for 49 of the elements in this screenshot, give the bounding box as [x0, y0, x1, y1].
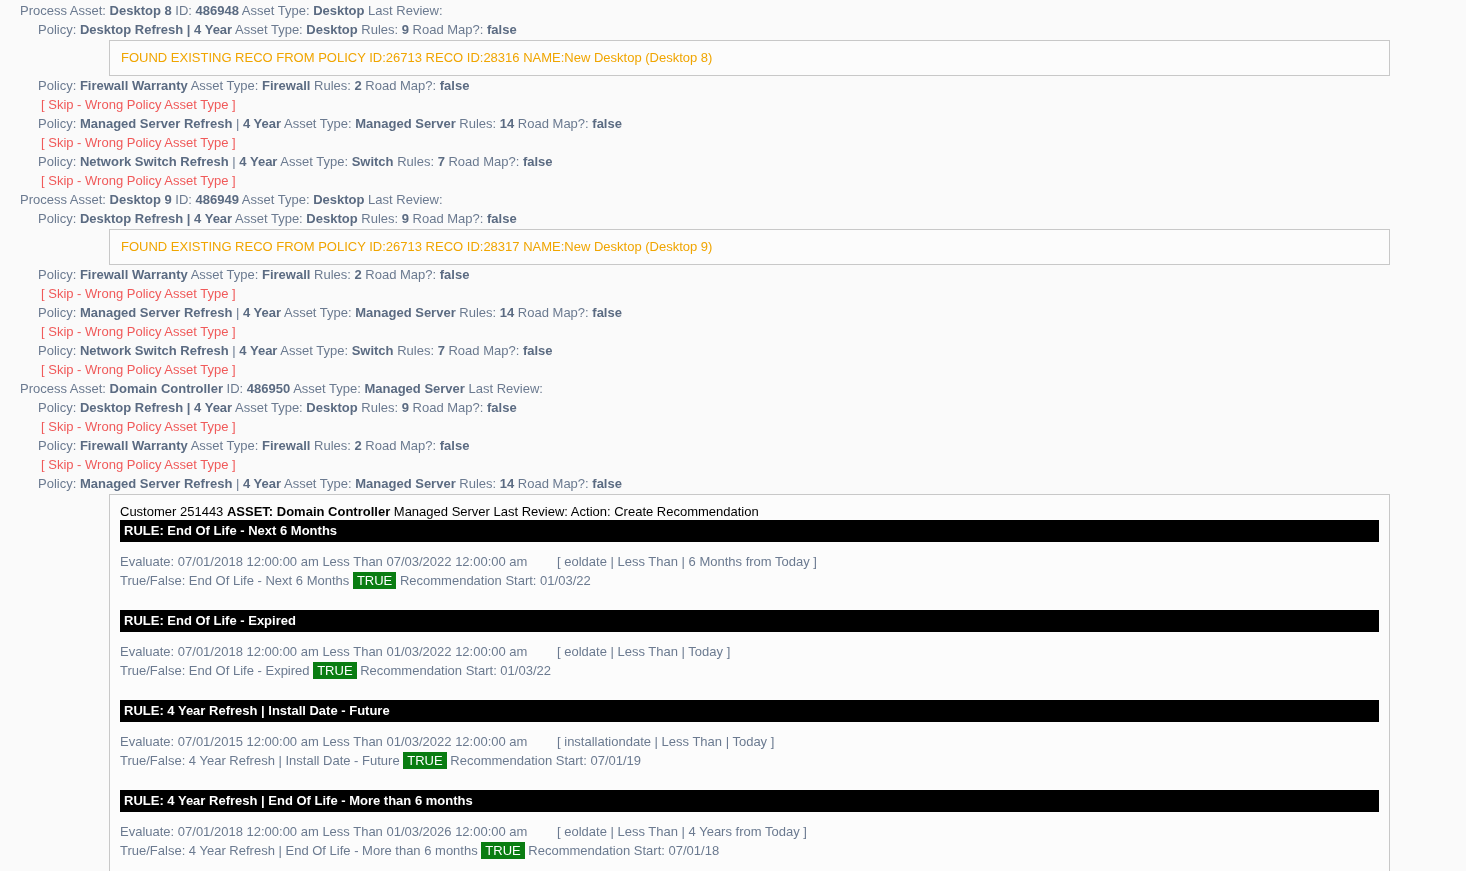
- skip-message: [ Skip - Wrong Policy Asset Type ]: [41, 418, 236, 436]
- skip-message: [ Skip - Wrong Policy Asset Type ]: [41, 285, 236, 303]
- skip-message: [ Skip - Wrong Policy Asset Type ]: [41, 323, 236, 341]
- rule-title-bar: RULE: 4 Year Refresh | End Of Life - More than 6 months: [120, 790, 1379, 812]
- evaluate-text: Evaluate: 07/01/2018 12:00:00 am Less Than 01/03/2026 12:00:00 am: [120, 824, 528, 839]
- true-false-label: True/False: End Of Life - Next 6 Months: [120, 573, 350, 588]
- evaluate-text: Evaluate: 07/01/2015 12:00:00 am Less Than 01/03/2022 12:00:00 am: [120, 734, 528, 749]
- recommendation-start: Recommendation Start: 07/01/18: [528, 843, 720, 858]
- skip-message: [ Skip - Wrong Policy Asset Type ]: [41, 456, 236, 474]
- policy-log-line: Policy: Desktop Refresh | 4 Year Asset Type: Desktop Rules: 9 Road Map?: false: [38, 210, 517, 228]
- result-badge: TRUE: [403, 752, 447, 769]
- criteria-text: [ eoldate | Less Than | Today ]: [557, 644, 731, 659]
- policy-log-line: Policy: Desktop Refresh | 4 Year Asset Type: Desktop Rules: 9 Road Map?: false: [38, 399, 517, 417]
- result-badge: TRUE: [352, 572, 397, 589]
- policy-log-line: Policy: Network Switch Refresh | 4 Year Asset Type: Switch Rules: 7 Road Map?: false: [38, 153, 553, 171]
- policy-log-line: Policy: Firewall Warranty Asset Type: Firewall Rules: 2 Road Map?: false: [38, 437, 470, 455]
- result-badge: TRUE: [313, 662, 357, 679]
- policy-log-line: Policy: Firewall Warranty Asset Type: Firewall Rules: 2 Road Map?: false: [38, 77, 470, 95]
- asset-log-line: Process Asset: Desktop 8 ID: 486948 Asset Type: Desktop Last Review:: [20, 2, 443, 20]
- rule-title-bar: RULE: End Of Life - Expired: [120, 610, 1379, 632]
- asset-log-line: Process Asset: Desktop 9 ID: 486949 Asset Type: Desktop Last Review:: [20, 191, 443, 209]
- true-false-label: True/False: 4 Year Refresh | End Of Life - More than 6 months: [120, 843, 478, 858]
- policy-log-line: Policy: Network Switch Refresh | 4 Year Asset Type: Switch Rules: 7 Road Map?: false: [38, 342, 553, 360]
- criteria-text: [ eoldate | Less Than | 6 Months from Today ]: [557, 554, 817, 569]
- result-badge: TRUE: [481, 842, 525, 859]
- recommendation-start: Recommendation Start: 01/03/22: [399, 573, 591, 588]
- skip-message: [ Skip - Wrong Policy Asset Type ]: [41, 96, 236, 114]
- recommendation-start: Recommendation Start: 01/03/22: [360, 663, 551, 678]
- rule-title-bar: RULE: End Of Life - Next 6 Months: [120, 520, 1379, 542]
- true-false-label: True/False: End Of Life - Expired: [120, 663, 310, 678]
- policy-log-line: Policy: Firewall Warranty Asset Type: Firewall Rules: 2 Road Map?: false: [38, 266, 470, 284]
- recommendation-start: Recommendation Start: 07/01/19: [450, 753, 642, 768]
- evaluate-text: Evaluate: 07/01/2018 12:00:00 am Less Than 07/03/2022 12:00:00 am: [120, 554, 528, 569]
- true-false-label: True/False: 4 Year Refresh | Install Date - Future: [120, 753, 400, 768]
- skip-message: [ Skip - Wrong Policy Asset Type ]: [41, 361, 236, 379]
- policy-log-line: Policy: Managed Server Refresh | 4 Year Asset Type: Managed Server Rules: 14 Road Map?: false: [38, 475, 622, 493]
- policy-log-line: Policy: Managed Server Refresh | 4 Year Asset Type: Managed Server Rules: 14 Road Map?: false: [38, 115, 622, 133]
- skip-message: [ Skip - Wrong Policy Asset Type ]: [41, 172, 236, 190]
- found-reco-message: FOUND EXISTING RECO FROM POLICY ID:26713 RECO ID:28317 NAME:New Desktop (Desktop 9): [109, 229, 1390, 265]
- skip-message: [ Skip - Wrong Policy Asset Type ]: [41, 134, 236, 152]
- criteria-text: [ eoldate | Less Than | 4 Years from Today ]: [557, 824, 807, 839]
- criteria-text: [ installationdate | Less Than | Today ]: [557, 734, 775, 749]
- evaluate-text: Evaluate: 07/01/2018 12:00:00 am Less Than 01/03/2022 12:00:00 am: [120, 644, 528, 659]
- policy-log-line: Policy: Desktop Refresh | 4 Year Asset Type: Desktop Rules: 9 Road Map?: false: [38, 21, 517, 39]
- policy-log-line: Policy: Managed Server Refresh | 4 Year Asset Type: Managed Server Rules: 14 Road Map?: false: [38, 304, 622, 322]
- recommendation-header: Customer 251443 ASSET: Domain Controller Managed Server Last Review: Action: Create Recommendation: [120, 504, 760, 520]
- asset-log-line: Process Asset: Domain Controller ID: 486950 Asset Type: Managed Server Last Review:: [20, 380, 543, 398]
- rule-title-bar: RULE: 4 Year Refresh | Install Date - Future: [120, 700, 1379, 722]
- found-reco-message: FOUND EXISTING RECO FROM POLICY ID:26713 RECO ID:28316 NAME:New Desktop (Desktop 8): [109, 40, 1390, 76]
